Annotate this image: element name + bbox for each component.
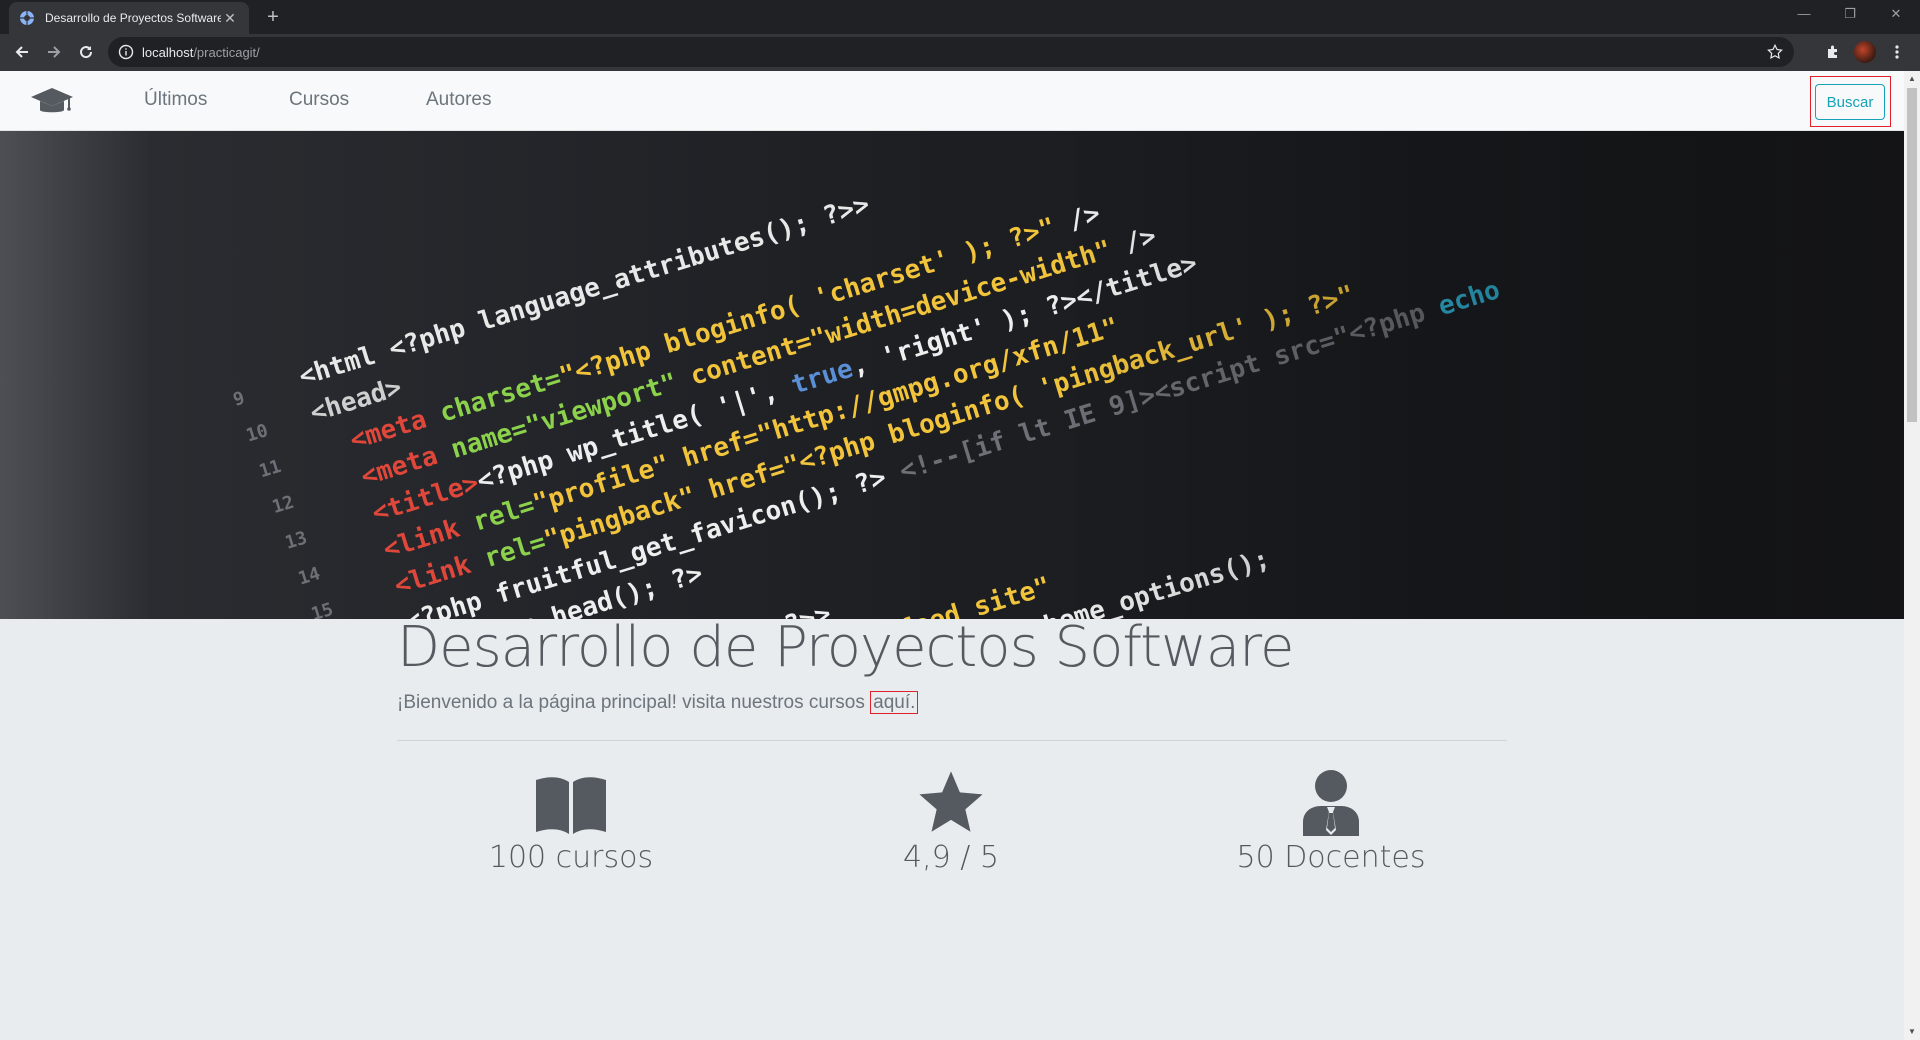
extensions-icon[interactable]	[1819, 38, 1847, 66]
search-button[interactable]: Buscar	[1815, 84, 1885, 120]
star-icon	[821, 766, 1081, 836]
window-close-icon[interactable]: ✕	[1873, 0, 1919, 28]
page-scrollbar[interactable]: ▲ ▼	[1904, 71, 1920, 1040]
stat-courses: 100 cursos	[441, 766, 701, 875]
browser-menu-icon[interactable]	[1883, 38, 1911, 66]
profile-avatar[interactable]	[1851, 38, 1879, 66]
stat-rating-label: 4,9 / 5	[903, 840, 999, 875]
nav-link-ultimos[interactable]: Últimos	[144, 89, 207, 111]
code-editor-image: 91011 121314 151617 181920 212223 <html …	[0, 131, 1904, 619]
address-bar[interactable]: localhost/practicagit/	[108, 37, 1794, 67]
welcome-text: ¡Bienvenido a la página principal! visit…	[397, 691, 919, 714]
minimize-icon[interactable]: —	[1781, 0, 1827, 28]
user-tie-icon	[1201, 766, 1461, 836]
avatar	[1854, 41, 1876, 63]
hero-code-image: 91011 121314 151617 181920 212223 <html …	[0, 131, 1904, 619]
scroll-down-icon[interactable]: ▼	[1904, 1024, 1920, 1040]
stat-courses-label: 100 cursos	[488, 840, 654, 875]
back-icon[interactable]	[8, 38, 36, 66]
info-icon[interactable]	[118, 44, 134, 60]
forward-icon[interactable]	[40, 38, 68, 66]
stat-teachers-label: 50 Docentes	[1236, 840, 1426, 875]
book-icon	[441, 766, 701, 836]
tab-title: Desarrollo de Proyectos Software	[45, 11, 221, 25]
reload-icon[interactable]	[72, 38, 100, 66]
browser-toolbar: localhost/practicagit/	[0, 34, 1920, 71]
url-path: /practicagit/	[193, 44, 260, 60]
stat-rating: 4,9 / 5	[821, 766, 1081, 875]
courses-link[interactable]: aquí.	[870, 691, 919, 714]
page-title: Desarrollo de Proyectos Software	[397, 615, 1294, 680]
browser-tab-strip: Desarrollo de Proyectos Software ✕ + — ❐…	[0, 0, 1920, 34]
url-host: localhost	[142, 44, 194, 60]
nav-link-cursos[interactable]: Cursos	[289, 89, 349, 111]
globe-icon	[19, 10, 35, 26]
bookmark-star-icon[interactable]	[1766, 43, 1784, 61]
nav-link-autores[interactable]: Autores	[426, 89, 491, 111]
divider	[397, 740, 1507, 741]
scroll-up-icon[interactable]: ▲	[1904, 71, 1920, 87]
new-tab-icon[interactable]: +	[259, 4, 287, 32]
restore-icon[interactable]: ❐	[1827, 0, 1873, 28]
site-navbar: Últimos Cursos Autores Buscar	[0, 71, 1904, 131]
scrollbar-thumb[interactable]	[1907, 88, 1917, 422]
browser-tab[interactable]: Desarrollo de Proyectos Software ✕	[9, 2, 249, 34]
welcome-lead: ¡Bienvenido a la página principal! visit…	[397, 692, 871, 713]
graduation-cap-icon[interactable]	[30, 85, 74, 117]
stat-teachers: 50 Docentes	[1201, 766, 1461, 875]
close-tab-icon[interactable]: ✕	[221, 10, 239, 27]
page-viewport: Últimos Cursos Autores Buscar Desarrollo…	[0, 71, 1904, 1040]
